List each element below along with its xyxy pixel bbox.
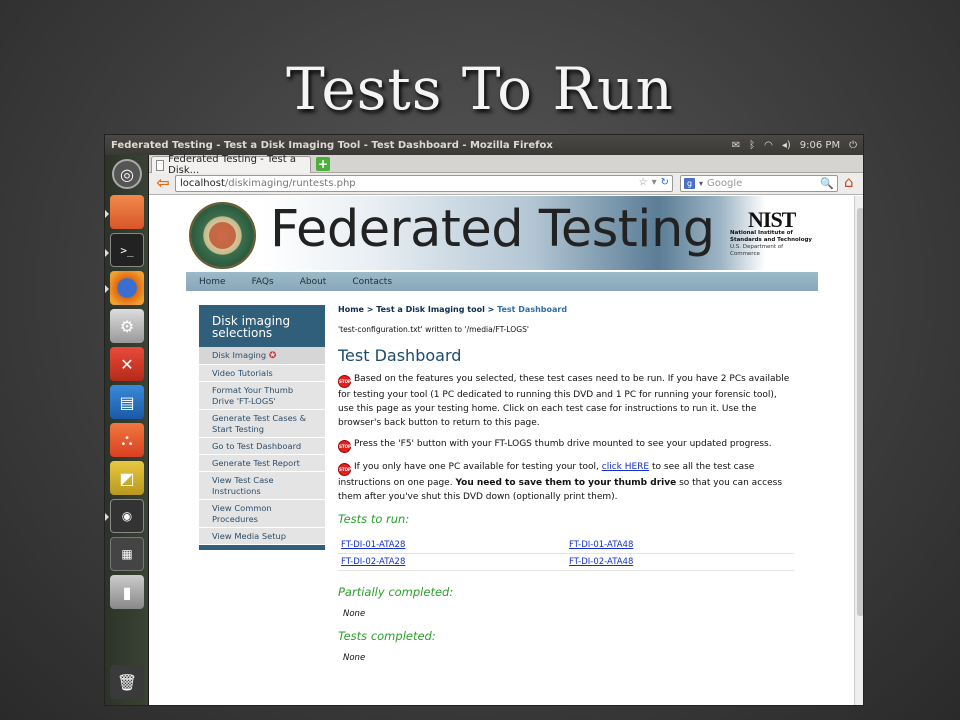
tests-table: FT-DI-01-ATA28 FT-DI-01-ATA48 FT-DI-02-A…	[338, 537, 794, 571]
url-host: localhost	[180, 178, 225, 189]
top-panel: Federated Testing - Test a Disk Imaging …	[105, 135, 863, 155]
settings-icon[interactable]: ✕	[110, 347, 144, 381]
tab-bar: Federated Testing - Test a Disk... +	[149, 154, 863, 176]
search-engine-dropdown-icon[interactable]: ▾	[699, 179, 703, 188]
config-written-note: 'test-configuration.txt' written to '/me…	[338, 325, 529, 334]
bookmark-star-icon[interactable]: ☆	[639, 177, 648, 188]
url-bar[interactable]: localhost/diskimaging/runtests.php ☆ ▾ ↻	[175, 175, 673, 192]
breadcrumb-home[interactable]: Home	[338, 305, 364, 314]
system-tools-icon[interactable]: ⚙	[110, 309, 144, 343]
software-center-icon[interactable]: ⛬	[110, 423, 144, 457]
site-title: Federated Testing	[270, 200, 715, 259]
tests-completed-value: None	[343, 653, 366, 663]
cftt-seal-logo	[189, 202, 256, 269]
sidebar-item-common-procedures[interactable]: View Common Procedures	[199, 500, 325, 528]
draw-icon[interactable]: ◩	[110, 461, 144, 495]
sidebar-item-video-tutorials[interactable]: Video Tutorials	[199, 365, 325, 382]
power-icon[interactable]: ⏻	[849, 140, 857, 151]
stop-icon: STOP	[338, 440, 351, 453]
trash-icon[interactable]: 🗑	[110, 665, 144, 699]
tests-to-run-heading: Tests to run:	[338, 512, 410, 526]
site-nav: Home FAQs About Contacts	[186, 272, 818, 291]
nist-logo: NIST National Institute of Standards and…	[730, 207, 812, 258]
bluetooth-icon[interactable]: ᛒ	[749, 140, 755, 151]
clock[interactable]: 9:06 PM	[800, 140, 840, 151]
desktop-screenshot: Federated Testing - Test a Disk Imaging …	[104, 134, 864, 706]
sidebar: Disk imaging selections Disk Imaging ✪ V…	[199, 305, 325, 550]
loading-icon: ✪	[268, 351, 277, 361]
sidebar-item-generate-test-cases[interactable]: Generate Test Cases & Start Testing	[199, 410, 325, 438]
sidebar-item-format-thumb-drive[interactable]: Format Your Thumb Drive 'FT-LOGS'	[199, 382, 325, 410]
network-icon[interactable]: ◠	[764, 140, 773, 151]
test-link[interactable]: FT-DI-01-ATA48	[569, 540, 633, 550]
breadcrumb-disk-imaging[interactable]: Test a Disk Imaging tool	[376, 305, 485, 314]
search-placeholder: Google	[707, 178, 743, 189]
partially-completed-value: None	[343, 609, 366, 619]
page-title: Test Dashboard	[338, 346, 462, 365]
tab-active[interactable]: Federated Testing - Test a Disk...	[151, 154, 311, 176]
files-icon[interactable]	[110, 195, 144, 229]
main-content: Home > Test a Disk Imaging tool > Test D…	[338, 305, 794, 663]
search-box[interactable]: g ▾ Google 🔍	[680, 175, 838, 192]
tests-completed-heading: Tests completed:	[338, 629, 436, 643]
site-banner: Federated Testing NIST National Institut…	[186, 196, 816, 270]
sidebar-item-media-setup[interactable]: View Media Setup	[199, 528, 325, 545]
page-scrollbar[interactable]	[854, 196, 863, 705]
nav-home[interactable]: Home	[186, 277, 239, 287]
sidebar-heading: Disk imaging selections	[199, 305, 325, 347]
writer-icon[interactable]: ▤	[110, 385, 144, 419]
page-content: Federated Testing NIST National Institut…	[149, 196, 854, 705]
optical-drive-icon[interactable]: ◉	[110, 499, 144, 533]
sidebar-item-test-case-instructions[interactable]: View Test Case Instructions	[199, 472, 325, 500]
breadcrumb: Home > Test a Disk Imaging tool > Test D…	[338, 305, 568, 314]
firefox-window: Federated Testing - Test a Disk... + ⇦ l…	[149, 154, 863, 705]
refresh-paragraph: STOP Press the 'F5' button with your FT-L…	[338, 437, 794, 453]
new-tab-button[interactable]: +	[316, 157, 330, 171]
terminal-icon[interactable]: >_	[110, 233, 144, 267]
stop-icon: STOP	[338, 463, 351, 476]
launcher: ◎ >_ ⚙ ✕ ▤ ⛬ ◩ ◉ ▦ ▮ 🗑	[105, 155, 149, 705]
slide-title: Tests To Run	[286, 55, 674, 123]
system-tray: ✉ ᛒ ◠ ◂) 9:06 PM ⏻	[732, 140, 863, 151]
click-here-link[interactable]: click HERE	[602, 462, 649, 472]
workspace-switcher-icon[interactable]: ▦	[110, 537, 144, 571]
test-link[interactable]: FT-DI-02-ATA48	[569, 557, 633, 567]
table-row: FT-DI-01-ATA28 FT-DI-01-ATA48	[338, 537, 794, 554]
dropdown-icon[interactable]: ▾	[652, 177, 657, 188]
test-link[interactable]: FT-DI-01-ATA28	[341, 540, 405, 550]
url-path: /diskimaging/runtests.php	[224, 178, 356, 189]
nav-about[interactable]: About	[287, 277, 340, 287]
mail-icon[interactable]: ✉	[732, 140, 740, 151]
navigation-toolbar: ⇦ localhost/diskimaging/runtests.php ☆ ▾…	[149, 173, 863, 195]
firefox-icon[interactable]	[110, 271, 144, 305]
reload-icon[interactable]: ↻	[661, 177, 669, 188]
dash-home-icon[interactable]: ◎	[112, 159, 142, 189]
partially-completed-heading: Partially completed:	[338, 585, 454, 599]
usb-drive-icon[interactable]: ▮	[110, 575, 144, 609]
page-icon	[156, 159, 165, 171]
sidebar-item-test-report[interactable]: Generate Test Report	[199, 455, 325, 472]
instructions-paragraph: STOP Based on the features you selected, …	[338, 374, 790, 428]
table-row: FT-DI-02-ATA28 FT-DI-02-ATA48	[338, 553, 794, 571]
nav-faqs[interactable]: FAQs	[239, 277, 287, 287]
window-title: Federated Testing - Test a Disk Imaging …	[111, 139, 553, 151]
nav-contacts[interactable]: Contacts	[339, 277, 405, 287]
one-pc-paragraph: STOP If you only have one PC available fo…	[338, 462, 783, 502]
stop-icon: STOP	[338, 375, 351, 388]
search-icon[interactable]: 🔍	[820, 177, 834, 190]
google-icon[interactable]: g	[684, 178, 695, 189]
breadcrumb-current: Test Dashboard	[497, 305, 568, 314]
back-button[interactable]: ⇦	[152, 174, 174, 193]
volume-icon[interactable]: ◂)	[782, 140, 791, 151]
sidebar-item-test-dashboard[interactable]: Go to Test Dashboard	[199, 438, 325, 455]
home-icon[interactable]: ⌂	[844, 175, 861, 192]
sidebar-item-disk-imaging[interactable]: Disk Imaging ✪	[199, 347, 325, 365]
test-link[interactable]: FT-DI-02-ATA28	[341, 557, 405, 567]
